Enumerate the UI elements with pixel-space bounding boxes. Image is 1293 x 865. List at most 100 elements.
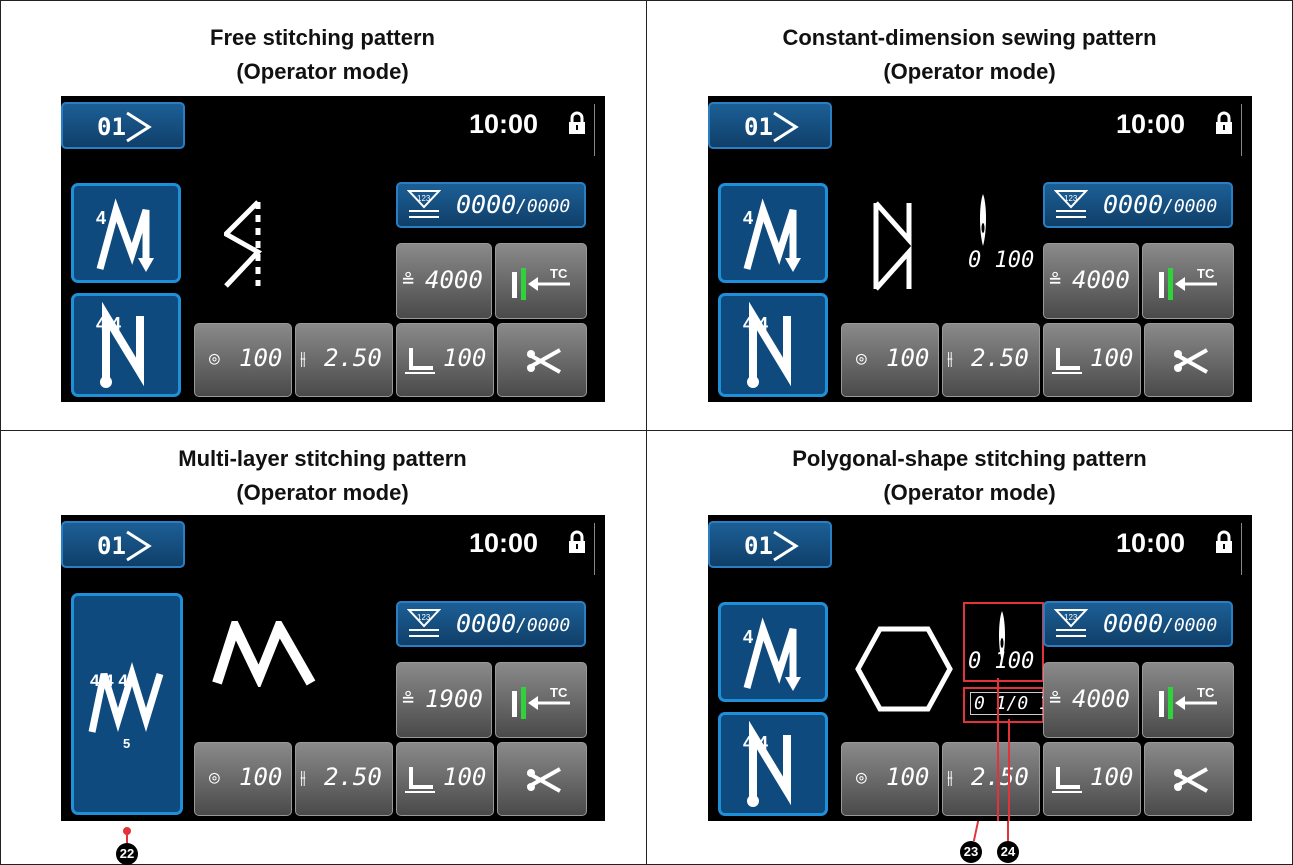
presser-button[interactable]: 100 (1043, 742, 1141, 816)
presser-foot-icon (1052, 348, 1082, 374)
svg-text:123: 123 (417, 194, 431, 203)
presser-button[interactable]: 100 (396, 742, 494, 816)
pattern-shape-icon (212, 621, 316, 687)
pitch-value: 2.50 (971, 763, 1029, 791)
stitch-mode-icon: 4 4 (743, 198, 801, 272)
clock: 10:00 (469, 109, 539, 139)
scissors-icon (527, 767, 561, 793)
pitch-value: 2.50 (971, 344, 1029, 372)
speed-value: 4000 (1072, 266, 1130, 294)
callout-23-leader-outer (972, 821, 980, 841)
clock: 10:00 (1116, 109, 1186, 139)
needle-icon (980, 194, 986, 246)
multi-layer-mode-button[interactable]: 4 4 45 (71, 593, 183, 815)
pitch-icon: ⫲ (947, 348, 953, 369)
tension-button[interactable]: ◎ 100 (841, 323, 939, 397)
pattern-arrow-icon (126, 530, 152, 562)
panel-title: Free stitching pattern (210, 25, 435, 50)
pattern-arrow-icon (126, 111, 152, 143)
multi-layer-icon: 4 4 45 (88, 661, 164, 750)
clock-divider (1241, 104, 1242, 156)
free-stitch-mode-button[interactable]: 4 4 (718, 183, 828, 283)
pattern-arrow-icon (773, 111, 799, 143)
pitch-button[interactable]: ⫲ 2.50 (295, 742, 393, 816)
pattern-number-button[interactable]: 01 (61, 521, 185, 568)
lock-icon (569, 111, 585, 134)
stitch-counter-button[interactable]: 123 0000 /0000 (396, 182, 586, 228)
speed-button[interactable]: ≗ 4000 (1043, 243, 1139, 319)
panel-multi-layer: Multi-layer stitching pattern (Operator … (0, 431, 645, 865)
counter-icon: 123 (1054, 609, 1088, 637)
counter-value: 0000 (1103, 609, 1164, 638)
stitch-mode-icon: 4 4 (96, 198, 154, 272)
stitch-counter-button[interactable]: 123 0000 /0000 (396, 601, 586, 647)
clock-divider (594, 523, 595, 575)
speed-value: 4000 (425, 266, 483, 294)
thread-trimmer-button[interactable] (1144, 323, 1234, 397)
svg-text:123: 123 (1064, 613, 1078, 622)
lock-icon (569, 530, 585, 553)
callout-23: 23 (960, 841, 982, 863)
pitch-button[interactable]: ⫲ 2.50 (295, 323, 393, 397)
thread-trim-tc-button[interactable]: TC (1142, 243, 1234, 319)
thread-trim-tc-button[interactable]: TC (495, 662, 587, 738)
thread-trim-tc-icon: TC (1159, 266, 1217, 300)
callout-24-leader-top (1008, 719, 1010, 821)
tension-button[interactable]: ◎ 100 (194, 742, 292, 816)
pitch-button[interactable]: ⫲ 2.50 (942, 742, 1040, 816)
thread-trimmer-button[interactable] (1144, 742, 1234, 816)
speed-value: 4000 (1072, 685, 1130, 713)
counter-value: 0000 (1103, 190, 1164, 219)
lock-icon (1216, 111, 1232, 134)
bar-tack-button[interactable]: 4 4 (718, 293, 828, 397)
pitch-button[interactable]: ⫲ 2.50 (942, 323, 1040, 397)
pattern-number-button[interactable]: 01 (708, 521, 832, 568)
bar-tack-button[interactable]: 4 4 (71, 293, 181, 397)
panel-constant-dimension: Constant-dimension sewing pattern (Opera… (647, 0, 1292, 430)
counter-value: 0000 (456, 190, 517, 219)
clock-divider (1241, 523, 1242, 575)
thread-trimmer-button[interactable] (497, 742, 587, 816)
presser-button[interactable]: 100 (1043, 323, 1141, 397)
clock: 10:00 (469, 528, 539, 558)
pattern-number-button[interactable]: 01 (61, 102, 185, 149)
thread-trim-tc-button[interactable]: TC (495, 243, 587, 319)
pitch-icon: ⫲ (300, 767, 306, 788)
thread-trim-tc-button[interactable]: TC (1142, 662, 1234, 738)
stitch-counter-button[interactable]: 123 0000 /0000 (1043, 601, 1233, 647)
counter-icon: 123 (407, 609, 441, 637)
tension-icon: ◎ (209, 348, 220, 369)
counter-limit: /0000 (1163, 196, 1218, 217)
pitch-icon: ⫲ (300, 348, 306, 369)
stitch-counter-button[interactable]: 123 0000 /0000 (1043, 182, 1233, 228)
thread-trimmer-button[interactable] (497, 323, 587, 397)
svg-text:123: 123 (417, 613, 431, 622)
callout-23-leader (997, 678, 999, 821)
free-stitch-mode-button[interactable]: 4 4 (71, 183, 181, 283)
speed-button[interactable]: ≗ 1900 (396, 662, 492, 738)
free-stitch-mode-button[interactable]: 4 4 (718, 602, 828, 702)
tension-button[interactable]: ◎ 100 (841, 742, 939, 816)
presser-foot-icon (405, 348, 435, 374)
tc-label: TC (550, 685, 568, 700)
speed-button[interactable]: ≗ 4000 (396, 243, 492, 319)
clock: 10:00 (1116, 528, 1186, 558)
pattern-number-button[interactable]: 01 (708, 102, 832, 149)
stitch-count: 0 100 (968, 649, 1035, 674)
bar-tack-button[interactable]: 4 4 (718, 712, 828, 816)
presser-foot-icon (1052, 767, 1082, 793)
lock-icon (1216, 530, 1232, 553)
speed-icon: ≗ (402, 687, 415, 711)
hexagon-pattern-icon (855, 626, 953, 712)
stitch-count: 0 100 (968, 248, 1035, 273)
tension-icon: ◎ (856, 348, 867, 369)
presser-button[interactable]: 100 (396, 323, 494, 397)
counter-icon: 123 (407, 190, 441, 218)
svg-text:123: 123 (1064, 194, 1078, 203)
clock-divider (594, 104, 595, 156)
speed-value: 1900 (425, 685, 483, 713)
thread-trim-tc-icon: TC (512, 685, 570, 719)
panel-title: Multi-layer stitching pattern (178, 446, 467, 471)
tension-button[interactable]: ◎ 100 (194, 323, 292, 397)
speed-button[interactable]: ≗ 4000 (1043, 662, 1139, 738)
